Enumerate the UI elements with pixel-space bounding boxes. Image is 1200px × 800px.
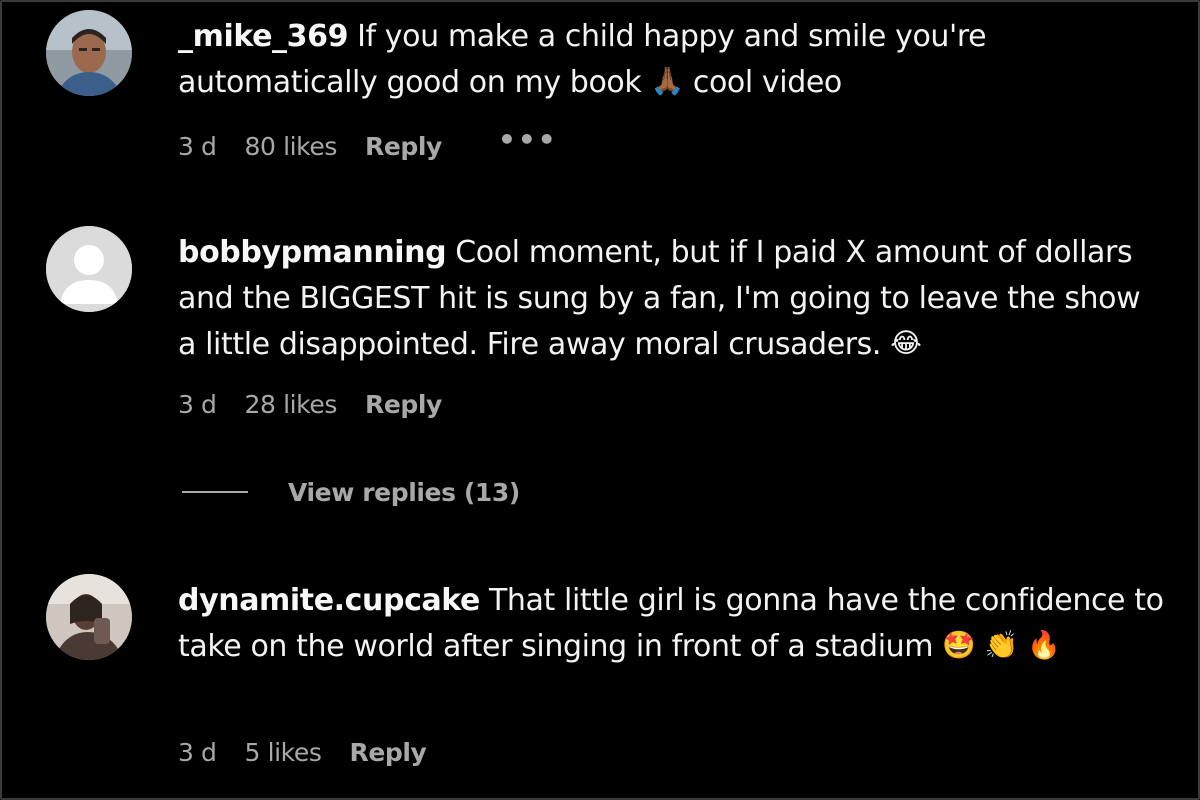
user-photo-avatar-icon xyxy=(46,574,132,660)
avatar[interactable] xyxy=(46,226,132,312)
avatar[interactable] xyxy=(46,10,132,96)
comment-username[interactable]: bobbypmanning xyxy=(178,235,447,270)
star-struck-emoji-icon: 🤩 xyxy=(942,630,976,661)
comment-likes[interactable]: 80 likes xyxy=(245,132,338,161)
default-user-avatar-icon xyxy=(46,226,132,312)
comment-timestamp[interactable]: 3 d xyxy=(178,738,217,767)
reply-button[interactable]: Reply xyxy=(349,738,426,767)
tears-of-joy-emoji-icon: 😂 xyxy=(890,328,922,359)
comment-likes[interactable]: 28 likes xyxy=(245,390,338,419)
comment-timestamp[interactable]: 3 d xyxy=(178,390,217,419)
fire-emoji-icon: 🔥 xyxy=(1026,630,1061,661)
reply-button[interactable]: Reply xyxy=(365,390,442,419)
comment-text: _mike_369 If you make a child happy and s… xyxy=(178,14,1166,106)
comment-username[interactable]: dynamite.cupcake xyxy=(178,583,480,618)
view-replies-divider xyxy=(182,491,248,493)
comment-meta: 3 d 28 likes Reply xyxy=(178,390,470,419)
avatar[interactable] xyxy=(46,574,132,660)
view-replies-button[interactable]: View replies (13) xyxy=(182,478,520,507)
comment-text: dynamite.cupcake That little girl is gonn… xyxy=(178,578,1166,670)
folded-hands-emoji-icon: 🙏🏾 xyxy=(650,66,684,97)
comment-timestamp[interactable]: 3 d xyxy=(178,132,217,161)
clapping-hands-emoji-icon: 👏 xyxy=(984,630,1019,661)
comment-likes[interactable]: 5 likes xyxy=(245,738,322,767)
comment-meta: 3 d 80 likes Reply ••• xyxy=(178,126,586,162)
comment-text: bobbypmanning Cool moment, but if I paid … xyxy=(178,230,1166,368)
comment-username[interactable]: _mike_369 xyxy=(178,19,348,54)
reply-button[interactable]: Reply xyxy=(365,132,442,161)
user-photo-avatar-icon xyxy=(46,10,132,96)
more-options-icon[interactable]: ••• xyxy=(498,126,558,154)
view-replies-label: View replies (13) xyxy=(288,478,520,507)
comment-meta: 3 d 5 likes Reply xyxy=(178,738,454,767)
comment-body-tail: cool video xyxy=(692,65,842,100)
